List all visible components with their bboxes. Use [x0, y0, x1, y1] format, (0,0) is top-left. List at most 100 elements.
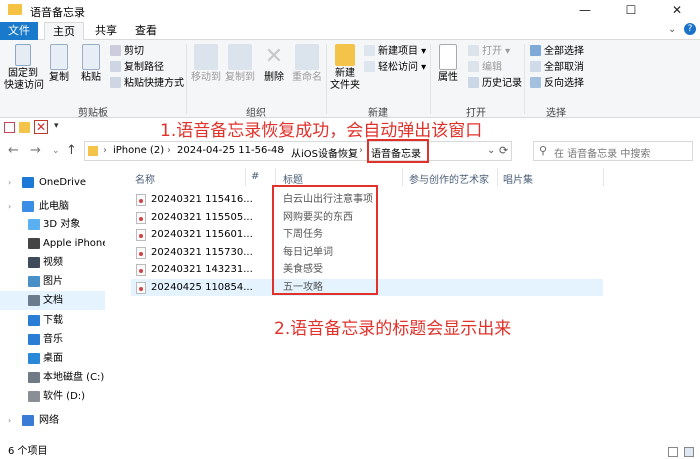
minimize-button[interactable]: — [562, 0, 608, 22]
sidebar-item[interactable]: 音乐 [0, 330, 105, 349]
folder-icon [88, 146, 98, 156]
pin-quick-access-button[interactable]: 固定到 快速访问 [4, 44, 44, 92]
column-header-number[interactable]: # [251, 171, 259, 182]
help-icon[interactable]: ? [684, 23, 696, 35]
maximize-button[interactable]: ☐ [608, 0, 654, 22]
breadcrumb-restore[interactable]: 从iOS设备恢复 [291, 145, 358, 160]
edit-icon [468, 61, 479, 72]
navigation-pane: › OneDrive › 此电脑 3D 对象 Apple iPhone 视频图片文档下载音乐… [0, 165, 108, 445]
sidebar-item-label: 图片 [43, 276, 63, 287]
large-icons-view-icon[interactable] [684, 447, 694, 457]
nav-item-icon [28, 238, 40, 249]
nav-item-icon [28, 257, 40, 268]
tab-file[interactable]: 文件 [0, 22, 38, 40]
copy-to-icon [228, 44, 252, 70]
breadcrumb-iphone[interactable]: iPhone (2) [113, 145, 164, 156]
select-none-label: 全部取消 [544, 62, 584, 73]
delete-label: 删除 [264, 72, 284, 83]
history-button[interactable]: 历史记录 [468, 77, 522, 91]
delete-button[interactable]: ✕ 删除 [260, 44, 288, 84]
new-folder-qa-icon[interactable] [19, 122, 30, 133]
sidebar-item[interactable]: › 网络 [0, 411, 105, 430]
move-to-label: 移动到 [191, 72, 221, 83]
new-folder-button[interactable]: 新建 文件夹 [330, 44, 360, 92]
column-header-album[interactable]: 唱片集 [503, 171, 533, 186]
nav-item-icon [22, 177, 34, 188]
close-button[interactable]: ✕ [654, 0, 700, 22]
rename-icon [295, 44, 319, 70]
sidebar-item[interactable]: 图片 [0, 272, 105, 291]
breadcrumb-date[interactable]: 2024-04-25 11-56-48 [177, 145, 284, 156]
sidebar-item[interactable]: 软件 (D:) [0, 387, 105, 406]
rename-button[interactable]: 重命名 [290, 44, 324, 84]
address-dropdown-icon[interactable]: ⌄ [487, 145, 495, 156]
open-button[interactable]: 打开 ▾ [468, 45, 510, 59]
column-header-title[interactable]: 标题 [283, 171, 303, 186]
paste-shortcut-button[interactable]: 粘贴快捷方式 [110, 77, 184, 91]
tab-home[interactable]: 主页 [44, 22, 84, 41]
audio-file-icon [136, 229, 146, 241]
sidebar-item-label: 视频 [43, 257, 63, 268]
sidebar-item[interactable]: 视频 [0, 253, 105, 272]
up-arrow-icon[interactable]: ↑ [66, 143, 77, 158]
paste-button[interactable]: 粘贴 [76, 44, 106, 84]
address-row: ← → ⌄ ↑ › iPhone (2) › 2024-04-25 11-56-… [0, 139, 700, 163]
back-arrow-icon[interactable]: ← [8, 143, 19, 158]
sidebar-item[interactable]: Apple iPhone [0, 234, 108, 253]
audio-file-icon [136, 211, 146, 224]
forward-arrow-icon[interactable]: → [30, 143, 41, 158]
sidebar-item[interactable]: 下载 [0, 311, 105, 330]
sidebar-item[interactable]: 桌面 [0, 349, 105, 368]
tab-share[interactable]: 共享 [86, 22, 126, 40]
window-title: 语音备忘录 [30, 6, 85, 19]
details-view-icon[interactable] [668, 447, 678, 457]
column-header-artist[interactable]: 参与创作的艺术家 [409, 171, 489, 186]
address-bar[interactable]: › iPhone (2) › 2024-04-25 11-56-48 › 从iO… [84, 141, 512, 161]
select-all-button[interactable]: 全部选择 [530, 45, 584, 59]
column-divider [497, 168, 498, 186]
file-name: 20240321 115505... [151, 211, 253, 223]
properties-qa-icon[interactable] [4, 122, 15, 133]
sidebar-item[interactable]: 3D 对象 [0, 215, 105, 234]
sidebar-item[interactable]: › OneDrive [0, 173, 105, 192]
edit-button[interactable]: 编辑 [468, 61, 502, 75]
invert-selection-button[interactable]: 反向选择 [530, 77, 584, 91]
sidebar-item[interactable]: › 此电脑 [0, 197, 105, 216]
sidebar-item[interactable]: 本地磁盘 (C:) [0, 368, 105, 387]
expand-chevron-icon[interactable]: › [8, 173, 11, 192]
expand-chevron-icon[interactable]: › [8, 197, 11, 216]
collapse-ribbon-icon[interactable]: ⌄ [668, 24, 676, 35]
ribbon: 固定到 快速访问 复制 粘贴 剪切 复制路径 粘贴快捷方式 剪贴板 移动到 复制… [0, 40, 700, 119]
cut-button[interactable]: 剪切 [110, 45, 144, 59]
copy-button[interactable]: 复制 [44, 44, 74, 84]
audio-file-icon [136, 246, 146, 259]
recent-chevron-icon[interactable]: ⌄ [52, 146, 60, 156]
sidebar-item-label: 下载 [43, 315, 63, 326]
select-all-icon [530, 45, 541, 56]
copy-path-button[interactable]: 复制路径 [110, 61, 164, 75]
column-header-name[interactable]: 名称 [135, 171, 155, 186]
copy-to-button[interactable]: 复制到 [224, 44, 256, 84]
sidebar-item-label: 本地磁盘 (C:) [43, 372, 105, 383]
move-to-icon [194, 44, 218, 70]
easy-access-button[interactable]: 轻松访问 ▾ [364, 61, 426, 75]
easy-access-label: 轻松访问 [378, 62, 418, 73]
nav-item-icon [28, 315, 40, 326]
search-input[interactable]: ⚲ 在 语音备忘录 中搜索 [533, 141, 693, 161]
move-to-button[interactable]: 移动到 [190, 44, 222, 84]
delete-qa-icon[interactable]: ✕ [34, 120, 48, 134]
easy-access-icon [364, 61, 375, 72]
expand-chevron-icon[interactable]: › [8, 411, 11, 430]
refresh-icon[interactable]: ⟳ [499, 144, 508, 157]
new-item-button[interactable]: 新建项目 ▾ [364, 45, 426, 59]
sidebar-item-label: 网络 [39, 415, 59, 426]
sidebar-item[interactable]: 文档 [0, 291, 105, 310]
new-item-icon [364, 45, 375, 56]
current-folder-highlight [367, 139, 429, 163]
select-none-button[interactable]: 全部取消 [530, 61, 584, 75]
column-divider [603, 168, 604, 186]
tab-view[interactable]: 查看 [126, 22, 166, 40]
properties-button[interactable]: 属性 [434, 44, 462, 84]
paste-icon [82, 44, 100, 70]
customize-qa-icon[interactable]: ▾ [54, 121, 59, 131]
